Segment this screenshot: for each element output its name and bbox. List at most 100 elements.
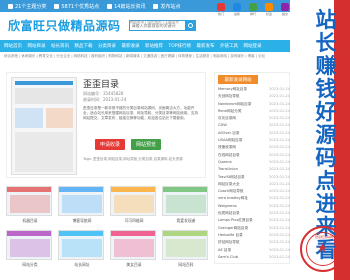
sidebar-list-item[interactable]: AE 目录 2023-01-24 <box>218 248 290 255</box>
top-info-label: 21个主题分类 <box>15 3 47 10</box>
nav-item[interactable]: TOP排行榜 <box>169 43 192 49</box>
gallery-item[interactable]: 我爱发现者 <box>162 186 210 224</box>
nav-item[interactable]: 最新收录 <box>122 43 140 49</box>
search-icon <box>187 22 193 28</box>
site-title: 歪歪目录 <box>83 80 120 90</box>
sidebar-item-name: AE 目录 <box>218 247 232 252</box>
sidebar-item-name: 网站目录大全 <box>218 181 240 186</box>
top-info-item[interactable]: 14篇站长资讯 <box>107 3 145 10</box>
sidebar-list-item[interactable]: Queens 2023-01-24 <box>218 160 290 167</box>
sidebar-list-item[interactable]: USAA网站目录 2023-01-24 <box>218 138 290 145</box>
sidebar-list-item[interactable]: 在线网站目录 2023-01-24 <box>218 153 290 160</box>
side-banner-text[interactable]: 站长赚钱好源码点进来看 <box>306 8 346 261</box>
sidebar-item-date: 2023-01-24 <box>269 152 290 157</box>
top-info-item[interactable]: 发布站点 <box>153 3 181 10</box>
sidebar-item-date: 2023-01-24 <box>269 203 290 208</box>
gallery-thumbnail[interactable] <box>6 230 52 260</box>
gallery-caption: 网站分类 <box>22 262 38 267</box>
gallery-item[interactable]: 机器目录 <box>6 186 54 224</box>
gallery-item[interactable]: 网站百科 <box>162 230 210 268</box>
nav-item[interactable]: 精品下载 <box>75 43 93 49</box>
nav-item[interactable]: 网站首页 <box>4 43 22 49</box>
sidebar-list-item[interactable]: Lamps Plus红莲目录 2023-01-24 <box>218 218 290 225</box>
sidebar-list-item[interactable]: 优质网站目录 2023-01-24 <box>218 211 290 218</box>
gallery-thumbnail[interactable] <box>58 230 104 260</box>
sidebar-item-date: 2023-01-24 <box>269 181 290 186</box>
sidebar-title: 最新收录网站 <box>218 75 258 84</box>
sidebar-item-name: Walgreens <box>218 203 237 208</box>
sidebar-list-item[interactable]: Rene网站分类 2023-01-24 <box>218 109 290 116</box>
top-info-item[interactable]: 5871个优秀站点 <box>54 3 99 10</box>
sidebar-item-name: Coach网址导航 <box>218 189 244 194</box>
header-icon-label: 热门 <box>217 12 224 16</box>
header-icon-item[interactable]: 热门 <box>215 3 227 16</box>
site-detail-card: 歪歪目录 网站编号：35445828 收录时间：2023-01-24 歪歪目录是… <box>6 72 206 178</box>
sidebar-item-date: 2023-01-24 <box>269 159 290 164</box>
header-icon-label: 最新 <box>233 12 240 16</box>
sidebar-item-name: 天创网址导航 <box>218 94 240 99</box>
sidebar-item-name: 优质网站目录 <box>218 211 240 216</box>
gallery-item[interactable]: 美女目录 <box>110 230 158 268</box>
info-icon <box>107 3 113 9</box>
gallery-thumbnail[interactable] <box>6 186 52 216</box>
nav-item[interactable]: 站长资讯 <box>51 43 69 49</box>
site-screenshot[interactable] <box>11 77 77 175</box>
site-logo[interactable]: 欣富旺只做精品源码 <box>8 17 121 34</box>
gallery-thumbnail[interactable] <box>58 186 104 216</box>
sidebar-item-date: 2023-01-24 <box>269 174 290 179</box>
sidebar-list-item[interactable]: CDW 2023-01-24 <box>218 123 290 130</box>
info-icon <box>8 3 13 9</box>
apply-button[interactable]: 申请收录 <box>95 139 125 150</box>
top-info-item[interactable]: 21个主题分类 <box>8 3 46 10</box>
gallery-thumbnail[interactable] <box>162 230 208 260</box>
header-icon-label: 排行 <box>249 12 256 16</box>
sidebar-list-item[interactable]: Sam's Club 2023-01-24 <box>218 255 290 262</box>
gallery-item[interactable]: 博客导航网 <box>58 186 106 224</box>
gallery-item[interactable]: 站长网址 <box>58 230 106 268</box>
sidebar-list-item[interactable]: TransUnion 2023-01-24 <box>218 167 290 174</box>
header-icon-item[interactable]: 最新 <box>231 3 243 16</box>
sidebar-list-item[interactable]: 天创网址导航 2023-01-24 <box>218 94 290 101</box>
sidebar-list-item[interactable]: TraviSt网站目录 2023-01-24 <box>218 175 290 182</box>
category-subnav[interactable]: 综合其他 | 休闲娱乐 | 教育文化 | 行业企业 | 网络科技 | 政府组织 … <box>4 54 286 64</box>
site-tags[interactable]: Tags: 歪歪目录,网站目录,网址导航,分类目录,目录源码,站长资源 <box>83 157 201 162</box>
sidebar-item-name: AllOver 目录 <box>218 130 240 135</box>
sidebar-list-item[interactable]: AllOver 目录 2023-01-24 <box>218 131 290 138</box>
sidebar-item-name: 好站网址导航 <box>218 240 240 245</box>
nav-item[interactable]: 外链工具 <box>220 43 238 49</box>
nav-item[interactable]: 网站登录 <box>244 43 262 49</box>
sidebar-item-date: 2023-01-24 <box>269 130 290 135</box>
nav-item[interactable]: 网站目录 <box>28 43 46 49</box>
gallery-thumbnail[interactable] <box>110 186 156 216</box>
sidebar-list-item[interactable]: Coach网址导航 2023-01-24 <box>218 189 290 196</box>
sidebar-list-item[interactable]: 灰灰目录网 2023-01-24 <box>218 116 290 123</box>
sidebar-list-item[interactable]: Herbalife 目录 2023-01-24 <box>218 233 290 240</box>
sidebar-list: Memory网址目录 2023-01-24 天创网址导航 2023-01-24 Nord… <box>218 87 290 262</box>
nav-item[interactable]: 分类目录 <box>98 43 116 49</box>
gallery-caption: 博客导航网 <box>72 218 92 223</box>
nav-item[interactable]: 新站推荐 <box>145 43 163 49</box>
sidebar-item-name: TransUnion <box>218 167 238 172</box>
header-icon-item[interactable]: 标签 <box>263 3 275 16</box>
info-icon <box>54 3 60 9</box>
header-icon-label: 标签 <box>265 12 272 16</box>
header-links[interactable]: 网站收录 | 站长资讯 | 主题发布 <box>130 20 179 25</box>
sidebar-list-item[interactable]: Walgreens 2023-01-24 <box>218 204 290 211</box>
preview-button[interactable]: 网站预览 <box>131 139 161 150</box>
sidebar-list-item[interactable]: Nordstrom网站目录 2023-01-24 <box>218 102 290 109</box>
header-icon-item[interactable]: 提交 <box>279 3 291 16</box>
sidebar-list-item[interactable]: Grainger网站目录 2023-01-24 <box>218 226 290 233</box>
nav-item[interactable]: 最新发布 <box>197 43 215 49</box>
sidebar-list-item[interactable]: 好站网址导航 2023-01-24 <box>218 240 290 247</box>
gallery-thumbnail[interactable] <box>110 230 156 260</box>
gallery-item[interactable]: 网站分类 <box>6 230 54 268</box>
sidebar-list-item[interactable]: 快速收录网 2023-01-24 <box>218 145 290 152</box>
sidebar-list-item[interactable]: 网站目录大全 2023-01-24 <box>218 182 290 189</box>
site-description: 歪歪目录是一款非常不错的分类目录网站源码，页面简洁大方，功能齐全，适合站长用来搭… <box>83 106 198 120</box>
header-icon-item[interactable]: 排行 <box>247 3 259 16</box>
gallery-thumbnail[interactable] <box>162 186 208 216</box>
gallery-item[interactable]: 可可四维网 <box>110 186 158 224</box>
sidebar-list-item[interactable]: vera bradley网址 2023-01-24 <box>218 196 290 203</box>
sidebar-list-item[interactable]: Memory网址目录 2023-01-24 <box>218 87 290 94</box>
search-button[interactable] <box>184 19 196 31</box>
